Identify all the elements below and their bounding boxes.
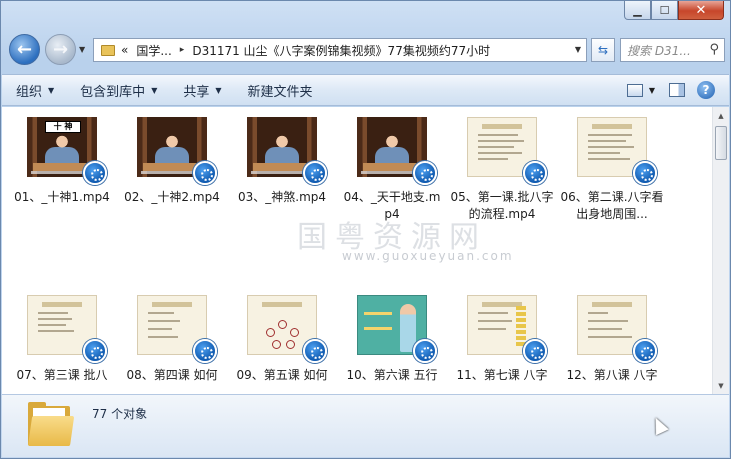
explorer-window: ▁ ☐ ✕ ← → ▼ « 国学... ▸ D31171 山尘《八字案例锦集视频… <box>0 0 731 459</box>
refresh-button[interactable]: ⇆ <box>591 38 615 62</box>
file-name[interactable]: 06、第二课.八字看出身地周围... <box>560 189 664 223</box>
mouse-cursor-icon <box>649 414 669 436</box>
file-item[interactable]: 09、第五课 如何 <box>230 295 334 394</box>
file-item[interactable]: 05、第一课.批八字的流程.mp4 <box>450 117 554 223</box>
caption-buttons: ▁ ☐ ✕ <box>624 1 724 20</box>
search-icon[interactable]: ⚲ <box>709 42 719 57</box>
video-thumbnail <box>357 117 437 185</box>
share-label: 共享 <box>183 84 210 100</box>
file-item[interactable]: 07、第三课 批八 <box>10 295 114 394</box>
include-in-library-label: 包含到库中 <box>80 84 146 100</box>
address-bar[interactable]: « 国学... ▸ D31171 山尘《八字案例锦集视频》77集视频约77小时 … <box>93 38 587 62</box>
media-player-icon <box>413 339 437 363</box>
slide-thumbnail <box>247 295 327 363</box>
refresh-icon: ⇆ <box>597 43 609 57</box>
file-item[interactable]: 十 神 01、_十神1.mp4 <box>10 117 114 223</box>
file-name[interactable]: 01、_十神1.mp4 <box>10 189 114 223</box>
file-name[interactable]: 11、第七课 八字 <box>450 367 554 394</box>
file-item[interactable]: 02、_十神2.mp4 <box>120 117 224 223</box>
slide-thumbnail <box>27 295 107 363</box>
maximize-button[interactable]: ☐ <box>651 1 678 20</box>
breadcrumb-current-folder[interactable]: D31171 山尘《八字案例锦集视频》77集视频约77小时 <box>192 42 490 59</box>
breadcrumb-guoxue[interactable]: 国学... <box>136 42 171 59</box>
media-player-icon <box>523 339 547 363</box>
navigation-bar: ← → ▼ « 国学... ▸ D31171 山尘《八字案例锦集视频》77集视频… <box>7 31 725 65</box>
file-name[interactable]: 02、_十神2.mp4 <box>120 189 224 223</box>
help-icon[interactable]: ? <box>697 81 715 99</box>
media-player-icon <box>413 161 437 185</box>
vertical-scrollbar[interactable]: ▲ ▼ <box>712 107 729 394</box>
back-button[interactable]: ← <box>9 34 40 65</box>
chevron-down-icon: ▼ <box>151 85 158 95</box>
file-item[interactable]: 10、第六课 五行 <box>340 295 444 394</box>
file-item[interactable]: 11、第七课 八字 <box>450 295 554 394</box>
view-dropdown-icon[interactable]: ▼ <box>649 86 655 95</box>
include-in-library-menu[interactable]: 包含到库中 ▼ <box>80 81 157 100</box>
scrollbar-thumb[interactable] <box>715 126 727 160</box>
view-controls: ▼ ? <box>626 81 715 99</box>
media-player-icon <box>193 161 217 185</box>
close-button[interactable]: ✕ <box>678 1 724 20</box>
search-input[interactable]: 搜索 D31... ⚲ <box>620 38 725 62</box>
file-name[interactable]: 12、第八课 八字 <box>560 367 664 394</box>
file-name[interactable]: 03、_神煞.mp4 <box>230 189 334 223</box>
details-pane: 77 个对象 <box>2 394 729 457</box>
preview-pane-icon[interactable] <box>669 83 685 97</box>
slide-thumbnail <box>577 295 657 363</box>
slide-thumbnail <box>137 295 217 363</box>
address-dropdown-icon[interactable]: ▼ <box>575 45 581 54</box>
new-folder-label: 新建文件夹 <box>247 84 313 100</box>
arrow-left-icon: ← <box>16 39 33 60</box>
command-bar: 组织 ▼ 包含到库中 ▼ 共享 ▼ 新建文件夹 ▼ ? <box>2 74 729 106</box>
file-name[interactable]: 09、第五课 如何 <box>230 367 334 394</box>
recent-pages-dropdown[interactable]: ▼ <box>79 45 85 54</box>
file-name[interactable]: 10、第六课 五行 <box>340 367 444 394</box>
file-item[interactable]: 06、第二课.八字看出身地周围... <box>560 117 664 223</box>
media-player-icon <box>83 339 107 363</box>
video-thumbnail: 十 神 <box>27 117 107 185</box>
file-item[interactable]: 03、_神煞.mp4 <box>230 117 334 223</box>
arrow-right-icon: → <box>52 39 69 60</box>
media-player-icon <box>523 161 547 185</box>
folder-icon <box>101 44 115 56</box>
media-player-icon <box>83 161 107 185</box>
file-list-pane: 国粤资源网 www.guoxueyuan.com 十 神 01、_十神1.mp4 <box>2 107 729 394</box>
file-name[interactable]: 08、第四课 如何 <box>120 367 224 394</box>
chevron-down-icon: ▼ <box>215 85 222 95</box>
minimize-button[interactable]: ▁ <box>624 1 651 20</box>
scroll-up-icon[interactable]: ▲ <box>713 107 729 124</box>
thumbnail-title: 十 神 <box>45 121 81 133</box>
scroll-down-icon[interactable]: ▼ <box>713 377 729 394</box>
media-player-icon <box>303 161 327 185</box>
slide-thumbnail <box>357 295 437 363</box>
address-overflow[interactable]: « <box>121 43 128 57</box>
change-view-icon[interactable] <box>626 83 643 97</box>
file-item[interactable]: 08、第四课 如何 <box>120 295 224 394</box>
watermark-url: www.guoxueyuan.com <box>342 249 514 263</box>
slide-thumbnail <box>467 295 547 363</box>
file-item[interactable]: 04、_天干地支.mp4 <box>340 117 444 223</box>
organize-menu[interactable]: 组织 ▼ <box>16 81 54 100</box>
media-player-icon <box>303 339 327 363</box>
media-player-icon <box>193 339 217 363</box>
search-placeholder: 搜索 D31... <box>627 43 691 58</box>
file-name[interactable]: 05、第一课.批八字的流程.mp4 <box>450 189 554 223</box>
new-folder-button[interactable]: 新建文件夹 <box>248 81 313 100</box>
slide-thumbnail <box>577 117 657 185</box>
share-menu[interactable]: 共享 ▼ <box>183 81 221 100</box>
slide-thumbnail <box>467 117 547 185</box>
media-player-icon <box>633 161 657 185</box>
organize-label: 组织 <box>16 84 43 100</box>
breadcrumb-separator-icon[interactable]: ▸ <box>180 45 185 55</box>
object-count: 77 个对象 <box>92 407 148 421</box>
folder-icon <box>28 402 75 446</box>
video-thumbnail <box>137 117 217 185</box>
file-name[interactable]: 07、第三课 批八 <box>10 367 114 394</box>
file-name[interactable]: 04、_天干地支.mp4 <box>340 189 444 223</box>
media-player-icon <box>633 339 657 363</box>
video-thumbnail <box>247 117 327 185</box>
chevron-down-icon: ▼ <box>48 85 55 95</box>
file-item[interactable]: 12、第八课 八字 <box>560 295 664 394</box>
forward-button[interactable]: → <box>45 34 76 65</box>
